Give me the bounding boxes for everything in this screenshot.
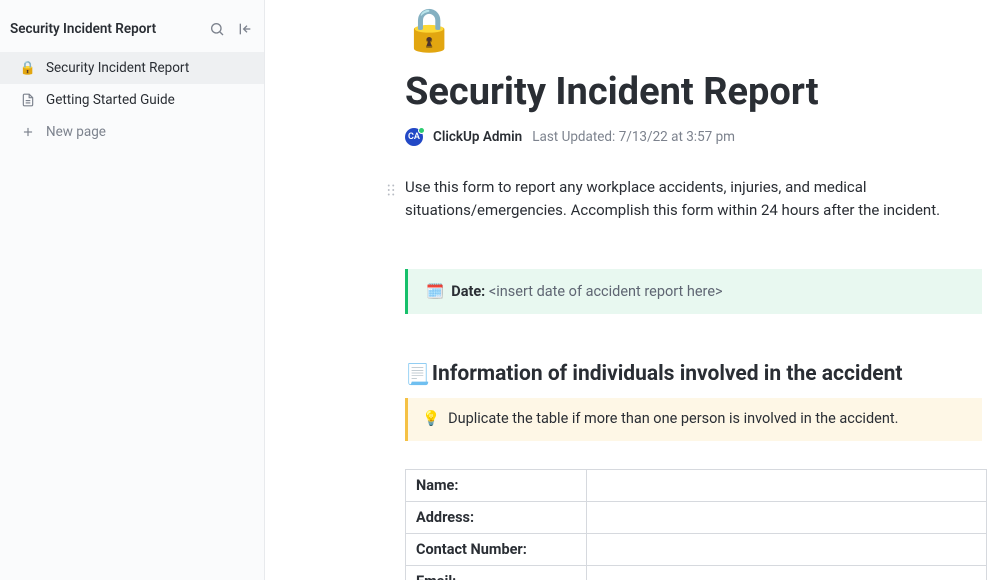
author-avatar[interactable]: CA: [405, 128, 423, 146]
table-label[interactable]: Email:: [406, 565, 587, 580]
date-callout[interactable]: 🗓️ Date: <insert date of accident report…: [405, 269, 982, 314]
table-value[interactable]: [587, 469, 987, 501]
author-name: ClickUp Admin: [433, 129, 522, 145]
date-label: Date:: [451, 283, 485, 300]
lightbulb-icon: 💡: [422, 410, 440, 427]
drag-handle-icon[interactable]: [385, 180, 397, 192]
table-label[interactable]: Name:: [406, 469, 587, 501]
sidebar-item-label: New page: [46, 124, 106, 140]
search-icon[interactable]: [208, 20, 226, 38]
section-heading-text: Information of individuals involved in t…: [432, 362, 903, 386]
page-byline: CA ClickUp Admin Last Updated: 7/13/22 a…: [405, 128, 982, 146]
plus-icon: [20, 124, 36, 140]
table-value[interactable]: [587, 565, 987, 580]
doc-body: 🔒 Security Incident Report CA ClickUp Ad…: [265, 0, 1000, 580]
workspace-title: Security Incident Report: [10, 21, 208, 37]
sidebar-header-actions: [208, 20, 254, 38]
individual-info-table[interactable]: Name: Address: Contact Number: Email: De…: [405, 469, 987, 580]
date-placeholder: <insert date of accident report here>: [489, 283, 723, 300]
sidebar-item-label: Getting Started Guide: [46, 92, 175, 108]
presence-indicator: [418, 127, 425, 134]
table-row: Name:: [406, 469, 987, 501]
intro-paragraph[interactable]: Use this form to report any workplace ac…: [405, 176, 982, 223]
table-value[interactable]: [587, 501, 987, 533]
table-value[interactable]: [587, 533, 987, 565]
sidebar-page-list: 🔒 Security Incident Report Getting Start…: [0, 50, 264, 148]
sidebar-new-page[interactable]: New page: [0, 116, 264, 148]
page-facing-up-icon: 📃: [405, 362, 430, 386]
intro-text: Use this form to report any workplace ac…: [405, 178, 940, 219]
page-hero-icon[interactable]: 🔒: [403, 10, 982, 52]
table-row: Address:: [406, 501, 987, 533]
sidebar-header: Security Incident Report: [0, 8, 264, 50]
document-icon: [20, 92, 36, 108]
section-heading-individuals[interactable]: 📃Information of individuals involved in …: [405, 362, 982, 386]
collapse-sidebar-icon[interactable]: [236, 20, 254, 38]
avatar-initials: CA: [408, 132, 420, 142]
sidebar-item-getting-started[interactable]: Getting Started Guide: [0, 84, 264, 116]
table-label[interactable]: Address:: [406, 501, 587, 533]
sidebar: Security Incident Report 🔒 Security Inci…: [0, 0, 265, 580]
table-row: Email:: [406, 565, 987, 580]
tip-callout[interactable]: 💡 Duplicate the table if more than one pe…: [405, 398, 982, 441]
lock-icon: 🔒: [20, 60, 36, 76]
sidebar-item-security-incident-report[interactable]: 🔒 Security Incident Report: [0, 52, 264, 84]
calendar-icon: 🗓️: [426, 283, 444, 300]
updated-label: Last Updated: 7/13/22 at 3:57 pm: [532, 129, 735, 145]
tip-text: Duplicate the table if more than one per…: [448, 410, 898, 427]
page-title[interactable]: Security Incident Report: [405, 70, 982, 114]
updated-value: 7/13/22 at 3:57 pm: [619, 129, 735, 145]
table-row: Contact Number:: [406, 533, 987, 565]
table-label[interactable]: Contact Number:: [406, 533, 587, 565]
sidebar-item-label: Security Incident Report: [46, 60, 189, 76]
